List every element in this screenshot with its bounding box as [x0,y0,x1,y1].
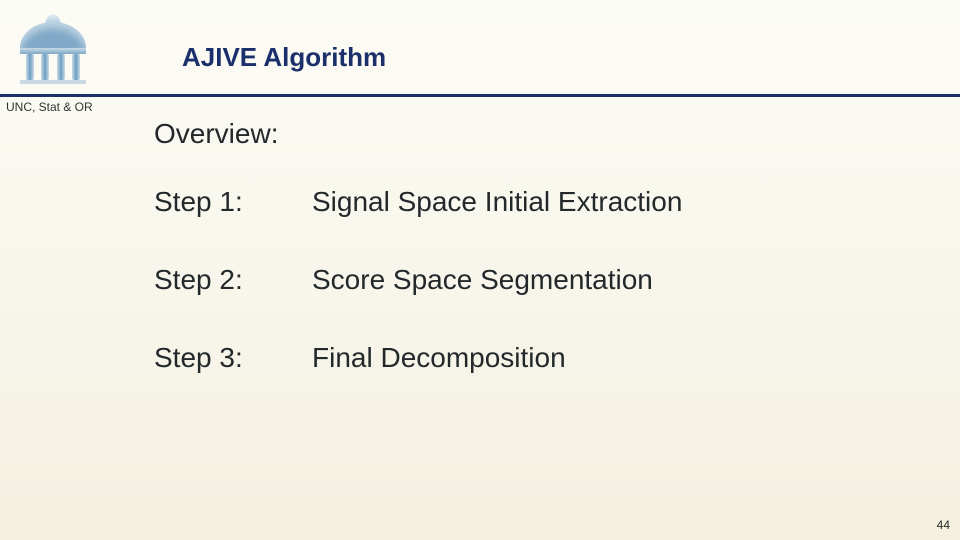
step-label: Step 1: [154,186,312,218]
step-label: Step 2: [154,264,312,296]
title-divider [0,94,960,97]
step-label: Step 3: [154,342,312,374]
slide: AJIVE Algorithm UNC, Stat & OR Overview:… [0,0,960,540]
unc-logo-icon [20,14,90,74]
step-row: Step 2: Score Space Segmentation [154,264,682,296]
page-number: 44 [937,518,950,532]
step-description: Final Decomposition [312,342,682,374]
slide-title: AJIVE Algorithm [182,42,386,73]
step-row: Step 3: Final Decomposition [154,342,682,374]
slide-content: Overview: Step 1: Signal Space Initial E… [154,118,682,420]
step-row: Step 1: Signal Space Initial Extraction [154,186,682,218]
step-description: Signal Space Initial Extraction [312,186,682,218]
affiliation-label: UNC, Stat & OR [6,100,93,114]
step-description: Score Space Segmentation [312,264,682,296]
overview-heading: Overview: [154,118,682,150]
